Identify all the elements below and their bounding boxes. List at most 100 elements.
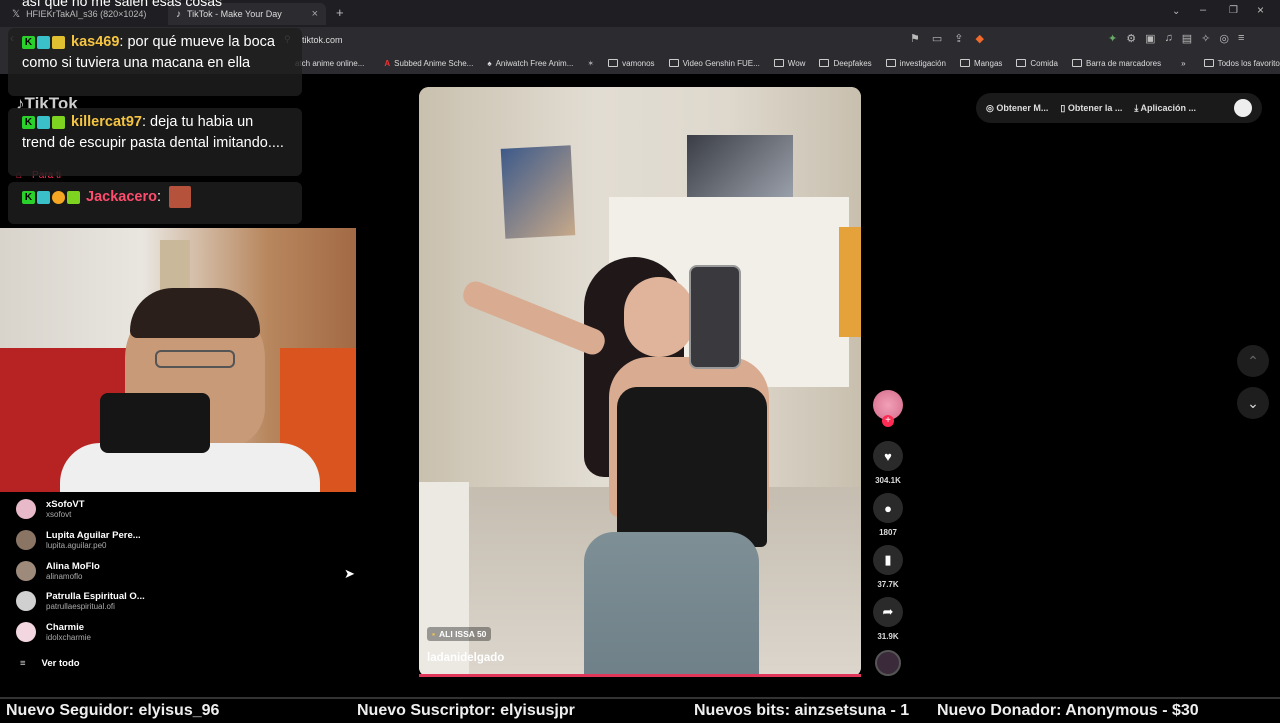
share-button[interactable]: ➦ xyxy=(873,597,903,627)
profile-avatar[interactable] xyxy=(1234,99,1252,117)
avatar xyxy=(16,499,36,519)
comment-button[interactable]: ● xyxy=(873,493,903,523)
brave-shield-icon[interactable]: ◆ xyxy=(976,32,984,45)
bookmark-item[interactable]: ♠ Aniwatch Free Anim... xyxy=(487,59,573,68)
follow-plus-icon[interactable]: + xyxy=(882,415,894,427)
bookmark-folder[interactable]: Comida xyxy=(1016,59,1058,68)
following-account[interactable]: Patrulla Espiritual O... patrullaespiritu… xyxy=(16,591,145,611)
music-disc-icon[interactable] xyxy=(875,650,901,676)
see-all-button[interactable]: ≡ Ver todo xyxy=(20,658,80,669)
effect-icon: ▪ xyxy=(432,629,436,639)
top-actions-bar: ◎ Obtener M... ▯ Obtener la ... ⤓ Aplica… xyxy=(976,93,1262,123)
video-player[interactable]: ▪ ALI ISSA 50 ladanidelgado xyxy=(419,87,861,677)
bookmark-folder[interactable]: Video Genshin FUE... xyxy=(668,59,760,68)
video-progress-bar[interactable] xyxy=(419,674,861,677)
bookmark-folder[interactable]: Mangas xyxy=(959,59,1002,68)
following-account[interactable]: Charmie idolxcharmie xyxy=(16,622,91,642)
following-account[interactable]: Lupita Aguilar Pere... lupita.aguilar.pe0 xyxy=(16,530,141,550)
cast-icon[interactable]: ▭ xyxy=(932,32,942,45)
k-badge-icon: K xyxy=(22,115,35,129)
next-video-button[interactable]: ⌄ xyxy=(1237,387,1269,419)
emote-icon xyxy=(169,186,192,208)
phone xyxy=(689,265,741,369)
person-jeans xyxy=(584,532,759,677)
minimize-icon[interactable]: – xyxy=(1200,4,1206,16)
maximize-icon[interactable]: ❐ xyxy=(1229,5,1238,16)
bookmark-folder[interactable]: Wow xyxy=(773,59,805,68)
folder-icon xyxy=(608,59,619,67)
sub-badge-icon xyxy=(37,35,50,49)
ticker-bits: Nuevos bits: ainzsetsuna - 1 xyxy=(694,702,910,719)
chat-message: K Jackacero: xyxy=(8,182,302,224)
menu-icon[interactable]: ≡ xyxy=(1238,32,1244,45)
save-button[interactable]: ▮ xyxy=(873,545,903,575)
bookmark-folder[interactable]: investigación xyxy=(885,59,946,68)
k-badge-icon: K xyxy=(22,190,35,204)
previous-video-button[interactable]: ⌃ xyxy=(1237,345,1269,377)
address-bar[interactable]: tiktok.com xyxy=(302,30,942,49)
all-bookmarks[interactable]: Todos los favoritos xyxy=(1203,59,1280,68)
folder-icon xyxy=(1203,59,1214,67)
like-button[interactable]: ♥ xyxy=(873,441,903,471)
url-text: tiktok.com xyxy=(302,34,343,45)
ticker-subscriber: Nuevo Suscriptor: elyisusjpr xyxy=(357,702,575,719)
leaf-extension-icon[interactable]: ✦ xyxy=(1108,32,1117,45)
translate-icon[interactable]: ⚑ xyxy=(910,32,920,45)
bookmark-star-icon: ✶ xyxy=(587,58,595,68)
close-tab-icon[interactable]: × xyxy=(312,8,318,20)
bookmark-item[interactable]: A Subbed Anime Sche... xyxy=(384,59,473,68)
folder-icon xyxy=(959,59,970,67)
list-icon: ≡ xyxy=(20,658,26,669)
video-effect-badge[interactable]: ▪ ALI ISSA 50 xyxy=(427,627,492,641)
avatar xyxy=(16,622,36,642)
person-face xyxy=(624,277,694,357)
bookmark-folder[interactable]: Barra de marcadores xyxy=(1071,59,1161,68)
music-icon[interactable]: ♫ xyxy=(1165,32,1173,45)
chevron-up-icon: ⌃ xyxy=(1247,352,1259,369)
tab-title: HFIEKrTakAI_s36 (820×1024) xyxy=(26,9,147,19)
sub-badge-icon xyxy=(37,115,50,129)
get-coins-button[interactable]: ◎ Obtener M... xyxy=(986,103,1048,114)
address-bar-actions: ⚑ ▭ ⇪ ◆ xyxy=(910,32,984,45)
chat-text: : xyxy=(156,188,162,205)
bookmark-item[interactable]: ✶ xyxy=(587,59,594,68)
tab-search-icon[interactable]: ⌄ xyxy=(1172,6,1180,17)
following-account[interactable]: xSofoVT xsofovt xyxy=(16,499,85,519)
leo-ai-icon[interactable]: ✧ xyxy=(1201,32,1210,45)
extensions-icon[interactable]: ⚙ xyxy=(1126,32,1136,45)
folder-icon xyxy=(1071,59,1082,67)
chat-message: K kas469: por qué mueve la boca como si … xyxy=(8,28,302,96)
video-username[interactable]: ladanidelgado xyxy=(427,652,504,664)
ticker-follower: Nuevo Seguidor: elyisus_96 xyxy=(6,702,220,719)
following-account[interactable]: Alina MoFlo alinamoflo xyxy=(16,561,100,581)
sidebar-icon[interactable]: ▣ xyxy=(1145,32,1155,45)
avatar xyxy=(16,530,36,550)
share-count: 31.9K xyxy=(877,632,899,641)
get-app-button[interactable]: ▯ Obtener la ... xyxy=(1060,103,1122,114)
person-top xyxy=(617,387,767,547)
bookmark-folder[interactable]: Deepfakes xyxy=(819,59,872,68)
share-arrow-icon: ➦ xyxy=(882,604,894,619)
close-window-icon[interactable]: × xyxy=(1257,3,1264,17)
tiktok-favicon-icon: ♪ xyxy=(176,8,181,20)
bits-badge-icon xyxy=(52,115,65,129)
bits-badge-icon xyxy=(52,35,65,49)
sub-badge-icon xyxy=(37,190,50,204)
webcam-overlay xyxy=(0,228,356,492)
ticker-donor: Nuevo Donador: Anonymous - $30 xyxy=(937,702,1199,719)
bed xyxy=(419,482,469,677)
wall-poster xyxy=(839,227,861,337)
download-app-button[interactable]: ⤓ Aplicación ... xyxy=(1134,103,1196,114)
bookmarks-overflow-icon[interactable]: » xyxy=(1181,59,1185,68)
new-tab-icon[interactable]: + xyxy=(336,5,344,20)
streamer-glasses xyxy=(155,350,235,368)
like-count: 304.1K xyxy=(875,476,901,485)
wallet-icon[interactable]: ▤ xyxy=(1182,32,1192,45)
vpn-icon[interactable]: ◎ xyxy=(1219,32,1229,45)
bookmark-icon: ▮ xyxy=(884,552,892,567)
bookmark-folder[interactable]: vamonos xyxy=(608,59,655,68)
stream-alert-ticker: Nuevo Seguidor: elyisus_96 Nuevo Suscrip… xyxy=(0,697,1280,720)
bookmark-item[interactable]: atch anime online... xyxy=(295,59,364,68)
share-icon[interactable]: ⇪ xyxy=(954,32,963,45)
wall-poster xyxy=(500,145,576,239)
